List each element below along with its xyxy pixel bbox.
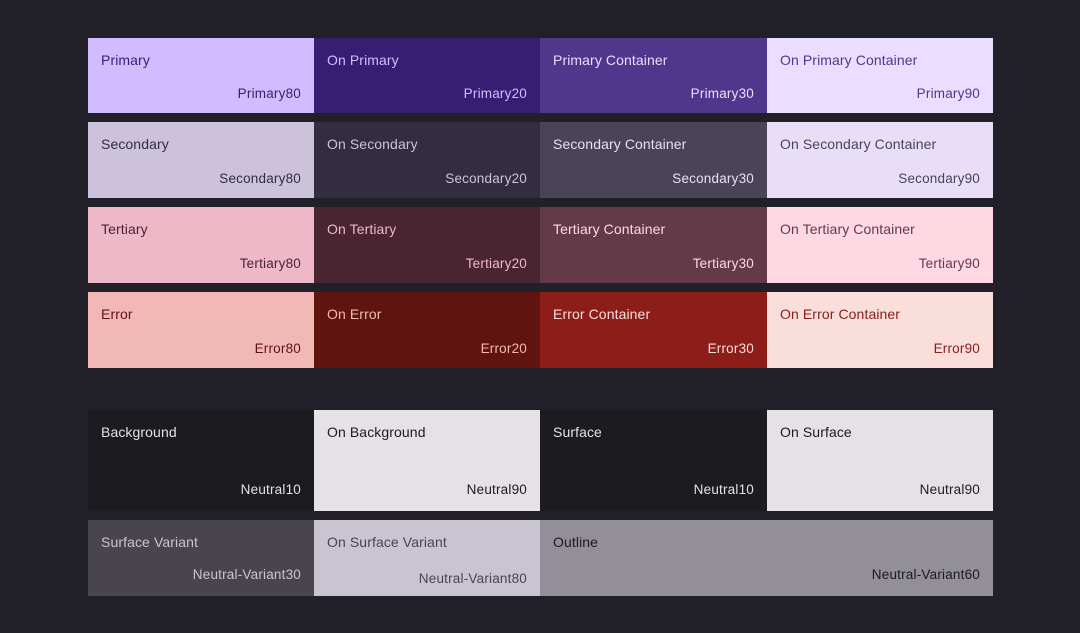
swatch-tone: Error80 (254, 341, 301, 356)
swatch-tone: Tertiary80 (239, 256, 301, 271)
swatch-on-tertiary: On Tertiary Tertiary20 (314, 207, 540, 283)
swatch-name: On Background (327, 424, 426, 440)
swatch-tone: Neutral10 (240, 482, 301, 497)
swatch-tone: Secondary80 (219, 171, 301, 186)
swatch-on-tertiary-container: On Tertiary Container Tertiary90 (767, 207, 993, 283)
swatch-secondary-container: Secondary Container Secondary30 (540, 122, 767, 198)
swatch-tone: Secondary30 (672, 171, 754, 186)
swatch-name: On Primary (327, 52, 399, 68)
swatch-name: On Error (327, 306, 382, 322)
swatch-on-primary-container: On Primary Container Primary90 (767, 38, 993, 113)
swatch-primary: Primary Primary80 (88, 38, 314, 113)
swatch-name: Error (101, 306, 133, 322)
swatch-tone: Primary80 (237, 86, 301, 101)
swatch-outline: Outline Neutral-Variant60 (540, 520, 993, 596)
swatch-tone: Neutral90 (919, 482, 980, 497)
swatch-primary-container: Primary Container Primary30 (540, 38, 767, 113)
swatch-tone: Neutral-Variant30 (192, 567, 301, 582)
swatch-tertiary: Tertiary Tertiary80 (88, 207, 314, 283)
swatch-surface: Surface Neutral10 (540, 410, 767, 511)
swatch-name: On Secondary (327, 136, 418, 152)
swatch-name: Surface Variant (101, 534, 198, 550)
swatch-surface-variant: Surface Variant Neutral-Variant30 (88, 520, 314, 596)
swatch-error-container: Error Container Error30 (540, 292, 767, 368)
swatch-name: Tertiary Container (553, 221, 666, 237)
swatch-tone: Neutral-Variant80 (418, 571, 527, 586)
swatch-on-background: On Background Neutral90 (314, 410, 540, 511)
swatch-on-surface-variant: On Surface Variant Neutral-Variant80 (314, 520, 540, 596)
swatch-on-primary: On Primary Primary20 (314, 38, 540, 113)
swatch-tone: Primary30 (690, 86, 754, 101)
swatch-name: Primary (101, 52, 150, 68)
palette-row-background-surface: Background Neutral10 On Background Neutral… (88, 410, 993, 511)
palette-row-error: Error Error80 On Error Error20 Error Conta… (88, 292, 993, 368)
swatch-name: On Tertiary (327, 221, 397, 237)
swatch-tone: Neutral10 (693, 482, 754, 497)
swatch-tone: Neutral-Variant60 (871, 567, 980, 582)
palette-row-primary: Primary Primary80 On Primary Primary20 Pri… (88, 38, 993, 113)
swatch-on-secondary-container: On Secondary Container Secondary90 (767, 122, 993, 198)
swatch-tertiary-container: Tertiary Container Tertiary30 (540, 207, 767, 283)
swatch-name: On Secondary Container (780, 136, 937, 152)
swatch-name: Primary Container (553, 52, 668, 68)
palette-row-secondary: Secondary Secondary80 On Secondary Seconda… (88, 122, 993, 198)
swatch-on-error-container: On Error Container Error90 (767, 292, 993, 368)
swatch-name: Tertiary (101, 221, 148, 237)
swatch-name: On Tertiary Container (780, 221, 915, 237)
swatch-background: Background Neutral10 (88, 410, 314, 511)
swatch-tone: Tertiary90 (918, 256, 980, 271)
swatch-name: Background (101, 424, 177, 440)
swatch-name: On Surface (780, 424, 852, 440)
swatch-name: Error Container (553, 306, 651, 322)
swatch-tone: Secondary20 (445, 171, 527, 186)
swatch-on-secondary: On Secondary Secondary20 (314, 122, 540, 198)
swatch-tone: Neutral90 (466, 482, 527, 497)
swatch-tone: Error20 (480, 341, 527, 356)
swatch-name: On Surface Variant (327, 534, 447, 550)
swatch-tone: Tertiary30 (692, 256, 754, 271)
swatch-name: On Error Container (780, 306, 901, 322)
swatch-on-surface: On Surface Neutral90 (767, 410, 993, 511)
swatch-name: Secondary Container (553, 136, 687, 152)
swatch-on-error: On Error Error20 (314, 292, 540, 368)
swatch-secondary: Secondary Secondary80 (88, 122, 314, 198)
swatch-name: On Primary Container (780, 52, 918, 68)
swatch-name: Outline (553, 534, 599, 550)
swatch-tone: Secondary90 (898, 171, 980, 186)
swatch-name: Secondary (101, 136, 169, 152)
swatch-tone: Error30 (707, 341, 754, 356)
swatch-error: Error Error80 (88, 292, 314, 368)
palette-row-variant-outline: Surface Variant Neutral-Variant30 On Surf… (88, 520, 993, 596)
swatch-tone: Error90 (933, 341, 980, 356)
swatch-tone: Tertiary20 (465, 256, 527, 271)
palette-row-tertiary: Tertiary Tertiary80 On Tertiary Tertiary20… (88, 207, 993, 283)
swatch-name: Surface (553, 424, 602, 440)
swatch-tone: Primary20 (463, 86, 527, 101)
swatch-tone: Primary90 (916, 86, 980, 101)
